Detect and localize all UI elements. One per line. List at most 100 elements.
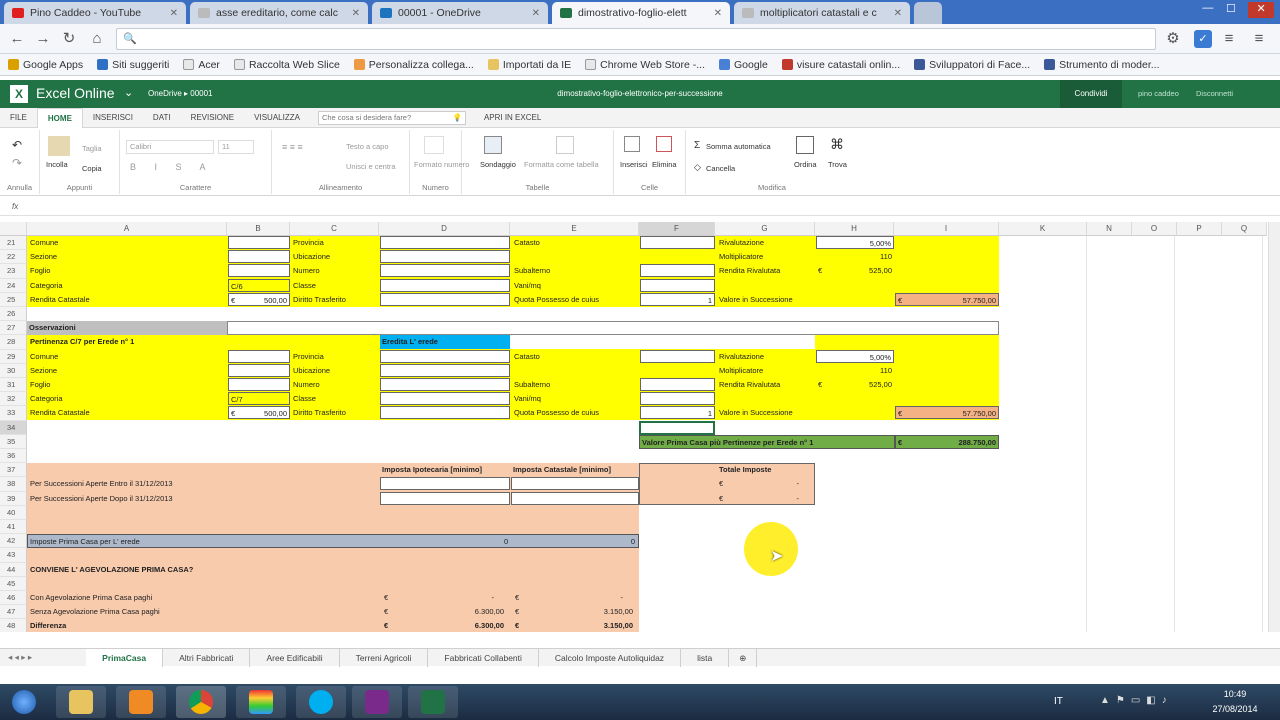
format-table-button[interactable]: Formatta come tabella — [524, 160, 599, 169]
sheet-tab-fabbricati-collabenti[interactable]: Fabbricati Collabenti — [428, 648, 539, 667]
input-foglio[interactable] — [228, 378, 290, 391]
wrap-text-button[interactable]: Testo a capo — [346, 142, 389, 151]
redo-icon[interactable]: ↷ — [12, 156, 22, 170]
tab-file[interactable]: FILE — [0, 108, 37, 128]
taskbar-app[interactable] — [236, 686, 286, 718]
value-rivalutazione[interactable]: 5,00% — [816, 236, 894, 249]
autosum-button[interactable]: Somma automatica — [706, 142, 771, 151]
gear-icon[interactable]: ⚙ — [1164, 30, 1182, 48]
browser-tab-youtube[interactable]: Pino Caddeo - YouTube ✕ — [4, 2, 186, 24]
column-header[interactable]: I — [894, 222, 999, 236]
input-categoria[interactable]: C/7 — [228, 392, 290, 406]
close-window-icon[interactable]: ✕ — [1248, 2, 1274, 18]
tab-dati[interactable]: DATI — [143, 108, 181, 128]
row-header[interactable]: 31 — [0, 378, 27, 393]
row-header[interactable]: 47 — [0, 605, 27, 620]
row-header[interactable]: 34 — [0, 420, 27, 435]
add-sheet-icon[interactable]: ⊕ — [729, 648, 758, 667]
column-header[interactable]: K — [999, 222, 1087, 236]
taskbar-excel[interactable] — [408, 686, 458, 718]
font-size-select[interactable]: 11 — [218, 140, 254, 154]
row-header[interactable]: 33 — [0, 406, 27, 421]
row-header[interactable]: 48 — [0, 619, 27, 632]
row-header[interactable]: 32 — [0, 392, 27, 407]
tray-icons[interactable]: ▲⚑▭◧♪ — [1100, 695, 1173, 706]
input-diritto[interactable] — [380, 406, 510, 420]
row-header[interactable]: 23 — [0, 264, 27, 279]
close-tab-icon[interactable]: ✕ — [170, 8, 178, 19]
formula-bar[interactable]: fx — [0, 200, 1280, 216]
row-header[interactable]: 46 — [0, 591, 27, 606]
input-sezione[interactable] — [228, 250, 290, 264]
input-subalterno[interactable] — [640, 264, 715, 278]
value-rivalutazione[interactable]: 5,00% — [816, 349, 894, 363]
column-header[interactable]: A — [27, 222, 227, 236]
input-ubicazione[interactable] — [380, 250, 510, 264]
tell-me-input[interactable]: Che cosa si desidera fare? 💡 — [317, 110, 466, 125]
row-header[interactable]: 40 — [0, 505, 27, 520]
tab-revisione[interactable]: REVISIONE — [181, 108, 245, 128]
taskbar-skype[interactable] — [296, 686, 346, 718]
input-rendita[interactable]: €500,00 — [228, 406, 290, 420]
row-header[interactable]: 35 — [0, 434, 27, 449]
paste-button[interactable]: Incolla — [46, 160, 68, 169]
bookmark-google[interactable]: Google — [718, 59, 768, 71]
maximize-icon[interactable]: ☐ — [1226, 2, 1236, 18]
select-all-corner[interactable] — [0, 222, 27, 236]
sheet-tab-calcolo-imposte[interactable]: Calcolo Imposte Autoliquidaz — [539, 648, 682, 667]
vertical-scrollbar[interactable] — [1268, 222, 1280, 632]
input-provincia[interactable] — [380, 349, 510, 363]
taskbar-explorer[interactable] — [56, 686, 106, 718]
sheet-tab-altri-fabbricati[interactable]: Altri Fabbricati — [163, 648, 251, 667]
browser-tab-asse[interactable]: asse ereditario, come calc ✕ — [190, 2, 368, 24]
bookmark-acer[interactable]: Acer — [183, 59, 220, 71]
browser-tab-moltiplicatori[interactable]: moltiplicatori catastali e c ✕ — [734, 2, 910, 24]
omnibox-input[interactable]: 🔍 — [116, 28, 1156, 50]
input-vani[interactable] — [640, 278, 715, 292]
input-categoria[interactable]: C/6 — [228, 278, 290, 292]
column-header[interactable]: F — [639, 222, 715, 236]
column-header[interactable]: O — [1132, 222, 1177, 236]
input-comune[interactable] — [228, 349, 290, 363]
language-indicator[interactable]: IT — [1054, 696, 1063, 707]
row-header[interactable]: 25 — [0, 292, 27, 307]
selected-cell[interactable] — [639, 420, 715, 435]
insert-cells-button[interactable]: Inserisci — [620, 160, 648, 169]
survey-button[interactable]: Sondaggio — [480, 160, 516, 169]
row-header[interactable]: 29 — [0, 349, 27, 364]
row-header[interactable]: 45 — [0, 576, 27, 591]
reload-icon[interactable]: ↻ — [60, 30, 78, 48]
bookmark-chrome-store[interactable]: Chrome Web Store -... — [585, 59, 705, 71]
input-quota[interactable]: 1 — [640, 406, 715, 420]
format-icons[interactable]: B I S A — [130, 162, 214, 172]
home-icon[interactable]: ⌂ — [88, 30, 106, 48]
input-subalterno[interactable] — [640, 378, 715, 391]
browser-tab-onedrive[interactable]: 00001 - OneDrive ✕ — [372, 2, 548, 24]
share-button[interactable]: Condividi — [1060, 80, 1122, 108]
input-catasto[interactable] — [640, 349, 715, 363]
forward-icon[interactable]: → — [34, 30, 52, 48]
sheet-nav-icons[interactable]: ◂ ◂ ▸ ▸ — [0, 652, 56, 663]
new-tab-button[interactable] — [914, 2, 942, 24]
sheet-tab-lista[interactable]: lista — [681, 648, 730, 667]
extension-icon[interactable]: ✓ — [1194, 30, 1212, 48]
font-select[interactable]: Calibri — [126, 140, 214, 154]
osservazioni-input[interactable] — [227, 321, 999, 336]
menu-icon[interactable]: ≡ — [1220, 30, 1238, 48]
delete-cells-button[interactable]: Elimina — [652, 160, 677, 169]
taskbar-chrome[interactable] — [176, 686, 226, 718]
column-header[interactable]: C — [290, 222, 379, 236]
clear-button[interactable]: Cancella — [706, 164, 735, 173]
close-tab-icon[interactable]: ✕ — [532, 8, 540, 19]
clock-time[interactable]: 10:49 — [1200, 689, 1270, 699]
bookmark-siti-suggeriti[interactable]: Siti suggeriti — [97, 59, 169, 71]
tab-home[interactable]: HOME — [36, 107, 83, 128]
open-in-excel-button[interactable]: APRI IN EXCEL — [474, 108, 551, 128]
row-header[interactable]: 24 — [0, 278, 27, 293]
sort-button[interactable]: Ordina — [794, 160, 817, 169]
input-numero[interactable] — [380, 264, 510, 278]
column-header[interactable]: B — [227, 222, 290, 236]
align-icons[interactable]: ≡ ≡ ≡ — [282, 142, 303, 152]
close-tab-icon[interactable]: ✕ — [714, 8, 722, 19]
input-sezione[interactable] — [228, 363, 290, 377]
